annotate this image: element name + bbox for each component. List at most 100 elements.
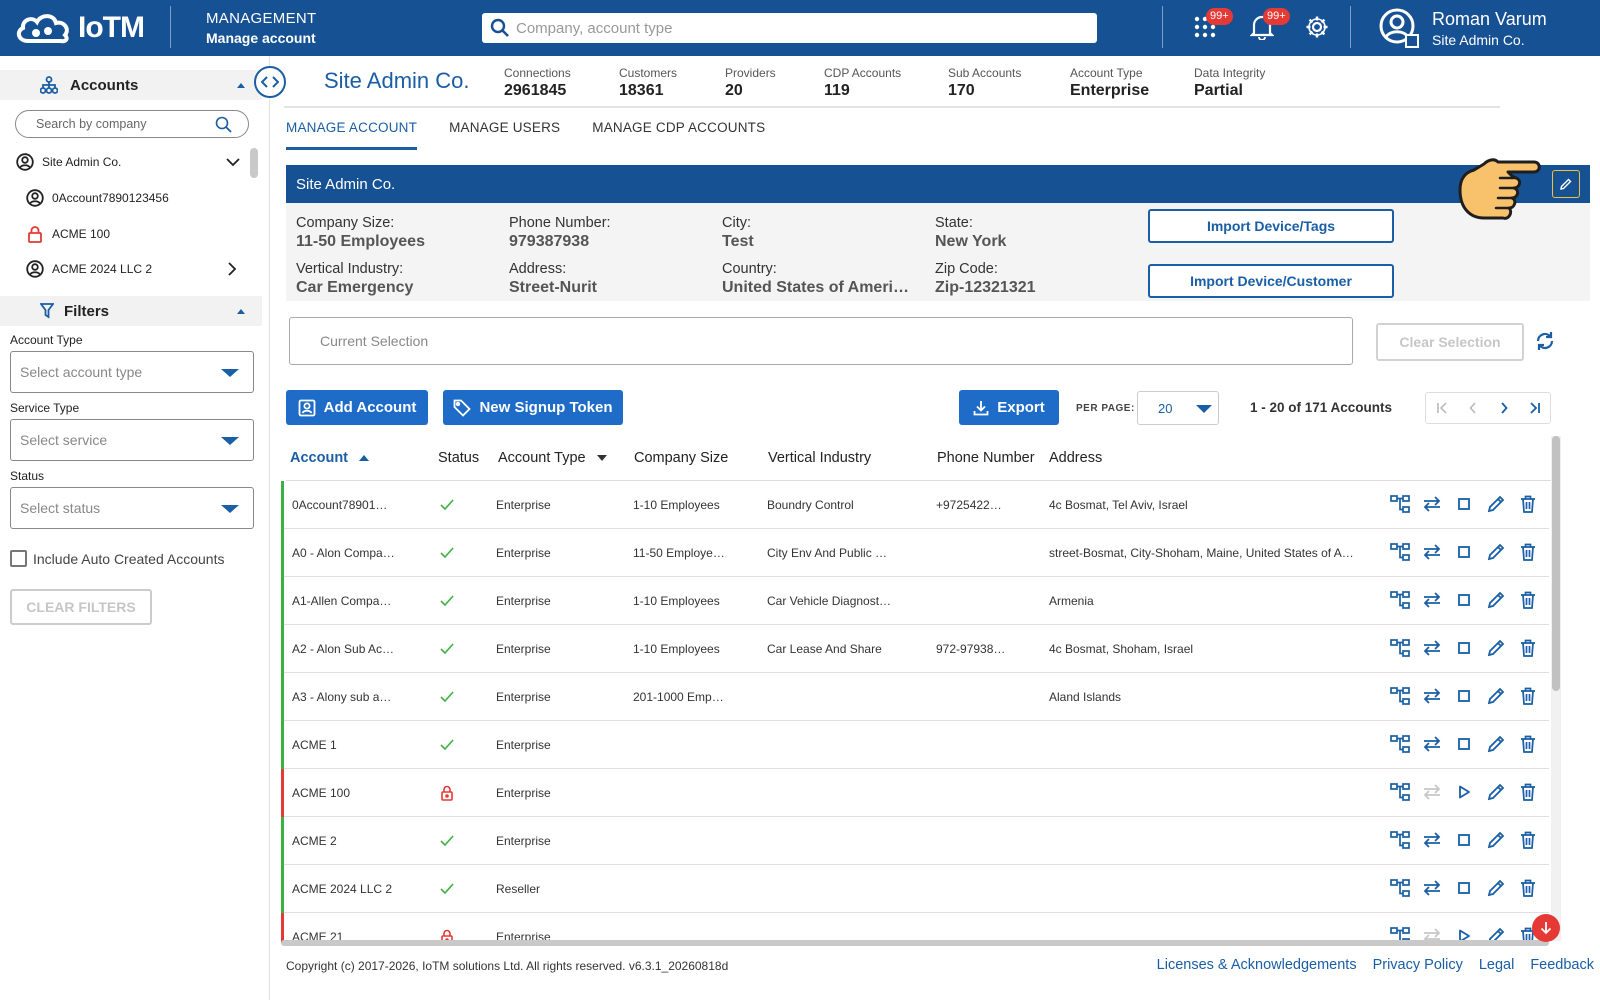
pencil-icon[interactable]	[1485, 493, 1507, 515]
export-button[interactable]: Export	[959, 390, 1059, 425]
filters-panel-header[interactable]: Filters	[0, 296, 262, 326]
stop-icon[interactable]	[1453, 541, 1475, 563]
stop-icon[interactable]	[1453, 685, 1475, 707]
import-device-tags-button[interactable]: Import Device/Tags	[1148, 209, 1394, 243]
tree-item-0account[interactable]: 0Account7890123456	[26, 189, 169, 207]
tab-manage-users[interactable]: MANAGE USERS	[449, 118, 560, 150]
swap-icon[interactable]	[1421, 637, 1443, 659]
stop-icon[interactable]	[1453, 877, 1475, 899]
hierarchy-icon[interactable]	[1389, 829, 1411, 851]
next-page-icon[interactable]	[1488, 393, 1519, 423]
app-logo[interactable]: IoTM	[14, 8, 145, 48]
swap-icon[interactable]	[1421, 829, 1443, 851]
accounts-panel-header[interactable]: Accounts	[0, 70, 262, 100]
company-search-input[interactable]: Search by company	[15, 110, 249, 138]
hierarchy-icon[interactable]	[1389, 541, 1411, 563]
trash-icon[interactable]	[1517, 541, 1539, 563]
stop-icon[interactable]	[1453, 829, 1475, 851]
legal-link[interactable]: Legal	[1479, 957, 1514, 973]
trash-icon[interactable]	[1517, 733, 1539, 755]
swap-icon[interactable]	[1421, 589, 1443, 611]
pencil-icon[interactable]	[1485, 589, 1507, 611]
table-row[interactable]: A2 - Alon Sub Ac… Enterprise 1-10 Employee…	[281, 625, 1549, 673]
last-page-icon[interactable]	[1519, 393, 1550, 423]
prev-page-icon[interactable]	[1457, 393, 1488, 423]
col-account[interactable]: Account	[290, 450, 370, 466]
col-vertical-industry[interactable]: Vertical Industry	[768, 450, 871, 466]
first-page-icon[interactable]	[1426, 393, 1457, 423]
play-icon[interactable]	[1453, 781, 1475, 803]
settings-button[interactable]	[1302, 12, 1332, 42]
hierarchy-icon[interactable]	[1389, 733, 1411, 755]
per-page-select[interactable]: 20	[1137, 391, 1219, 425]
col-address[interactable]: Address	[1049, 450, 1102, 466]
global-search-input[interactable]	[516, 19, 1076, 37]
account-type-select[interactable]: Select account type	[10, 351, 254, 393]
table-row[interactable]: A1-Allen Compa… Enterprise 1-10 Employees C…	[281, 577, 1549, 625]
trash-icon[interactable]	[1517, 493, 1539, 515]
scroll-down-button[interactable]	[1532, 914, 1560, 942]
feedback-link[interactable]: Feedback	[1530, 957, 1594, 973]
swap-icon[interactable]	[1421, 877, 1443, 899]
tab-manage-cdp-accounts[interactable]: MANAGE CDP ACCOUNTS	[592, 118, 765, 150]
col-status[interactable]: Status	[438, 450, 479, 466]
import-device-customer-button[interactable]: Import Device/Customer	[1148, 264, 1394, 298]
col-phone-number[interactable]: Phone Number	[937, 450, 1035, 466]
edit-company-button[interactable]	[1552, 170, 1580, 198]
include-auto-created-checkbox[interactable]: Include Auto Created Accounts	[10, 550, 224, 567]
sidebar-scrollbar[interactable]	[250, 148, 258, 178]
table-row[interactable]: ACME 100 Enterprise	[281, 769, 1549, 817]
trash-icon[interactable]	[1517, 829, 1539, 851]
hierarchy-icon[interactable]	[1389, 877, 1411, 899]
new-signup-token-button[interactable]: New Signup Token	[443, 390, 623, 425]
tree-item-site-admin[interactable]: Site Admin Co.	[16, 153, 121, 171]
tree-item-acme-2024[interactable]: ACME 2024 LLC 2	[26, 260, 152, 278]
tree-item-acme-100[interactable]: ACME 100	[26, 225, 110, 243]
swap-icon[interactable]	[1421, 685, 1443, 707]
pencil-icon[interactable]	[1485, 877, 1507, 899]
chevron-right-icon[interactable]	[228, 262, 237, 276]
clear-filters-button[interactable]: CLEAR FILTERS	[10, 589, 152, 625]
table-scrollbar-thumb[interactable]	[1552, 436, 1560, 691]
pencil-icon[interactable]	[1485, 637, 1507, 659]
table-row[interactable]: A3 - Alony sub a… Enterprise 201-1000 Emp……	[281, 673, 1549, 721]
collapse-up-icon[interactable]	[236, 308, 246, 315]
clear-selection-button[interactable]: Clear Selection	[1376, 323, 1524, 361]
current-selection-field[interactable]: Current Selection	[289, 317, 1353, 365]
swap-icon[interactable]	[1421, 781, 1443, 803]
swap-icon[interactable]	[1421, 493, 1443, 515]
swap-icon[interactable]	[1421, 733, 1443, 755]
trash-icon[interactable]	[1517, 637, 1539, 659]
checkbox[interactable]	[10, 550, 27, 567]
add-account-button[interactable]: Add Account	[286, 390, 428, 425]
chevron-down-icon[interactable]	[226, 158, 240, 167]
table-scrollbar[interactable]	[1551, 436, 1561, 941]
stop-icon[interactable]	[1453, 493, 1475, 515]
table-row[interactable]: A0 - Alon Compa… Enterprise 11-50 Employe……	[281, 529, 1549, 577]
status-select[interactable]: Select status	[10, 487, 254, 529]
stop-icon[interactable]	[1453, 637, 1475, 659]
hierarchy-icon[interactable]	[1389, 685, 1411, 707]
hierarchy-icon[interactable]	[1389, 589, 1411, 611]
tab-manage-account[interactable]: MANAGE ACCOUNT	[286, 118, 418, 150]
pencil-icon[interactable]	[1485, 541, 1507, 563]
licenses-link[interactable]: Licenses & Acknowledgements	[1157, 957, 1357, 973]
trash-icon[interactable]	[1517, 685, 1539, 707]
col-company-size[interactable]: Company Size	[634, 450, 728, 466]
pencil-icon[interactable]	[1485, 733, 1507, 755]
service-type-select[interactable]: Select service	[10, 419, 254, 461]
privacy-policy-link[interactable]: Privacy Policy	[1373, 957, 1463, 973]
table-row[interactable]: ACME 21 Enterprise	[281, 913, 1549, 943]
stop-icon[interactable]	[1453, 733, 1475, 755]
pencil-icon[interactable]	[1485, 829, 1507, 851]
col-account-type[interactable]: Account Type	[498, 450, 608, 466]
notifications-button[interactable]: 99+	[1247, 8, 1290, 42]
refresh-button[interactable]	[1534, 330, 1556, 352]
pencil-icon[interactable]	[1485, 781, 1507, 803]
swap-icon[interactable]	[1421, 541, 1443, 563]
global-search[interactable]	[482, 13, 1097, 43]
collapse-up-icon[interactable]	[236, 82, 246, 89]
table-row[interactable]: ACME 2024 LLC 2 Reseller	[281, 865, 1549, 913]
trash-icon[interactable]	[1517, 781, 1539, 803]
hierarchy-icon[interactable]	[1389, 493, 1411, 515]
